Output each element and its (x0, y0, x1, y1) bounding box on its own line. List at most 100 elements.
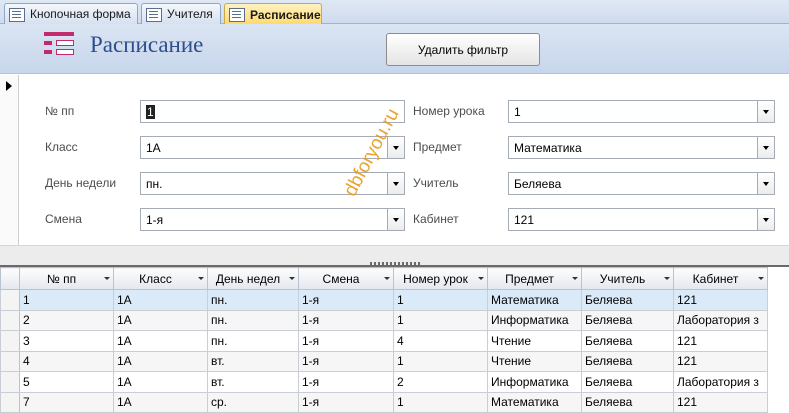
table-cell[interactable]: 1-я (298, 371, 394, 393)
column-header[interactable]: Предмет (487, 267, 582, 290)
table-cell[interactable]: Беляева (581, 391, 674, 413)
table-cell[interactable]: 1-я (298, 309, 394, 331)
table-cell[interactable]: 1А (113, 350, 208, 372)
row-selector[interactable] (0, 309, 20, 331)
table-cell[interactable]: Беляева (581, 289, 674, 311)
table-cell[interactable]: 121 (673, 289, 768, 311)
table-cell[interactable]: 1А (113, 391, 208, 413)
table-cell[interactable]: 1-я (298, 289, 394, 311)
form-icon (146, 7, 162, 22)
table-cell[interactable]: вт. (207, 371, 299, 393)
chevron-down-icon[interactable] (757, 209, 774, 230)
table-cell[interactable]: Беляева (581, 309, 674, 331)
current-record-arrow-icon (6, 81, 12, 91)
remove-filter-button[interactable]: Удалить фильтр (386, 33, 540, 66)
column-header[interactable]: День недел (207, 267, 299, 290)
column-header[interactable]: Кабинет (673, 267, 768, 290)
table-cell[interactable]: 1А (113, 309, 208, 331)
subject-combo[interactable]: Математика (508, 136, 775, 159)
chevron-down-icon[interactable] (757, 101, 774, 122)
table-cell[interactable]: 1 (393, 391, 488, 413)
table-cell[interactable]: 3 (19, 330, 114, 352)
row-selector[interactable] (0, 391, 20, 413)
room-label: Кабинет (413, 212, 459, 226)
table-cell[interactable]: 5 (19, 371, 114, 393)
table-cell[interactable]: Информатика (487, 309, 582, 331)
form-detail-section: № пп 1 Класс 1А День недели пн. Смена 1-… (19, 75, 789, 245)
table-cell[interactable]: пн. (207, 330, 299, 352)
table-cell[interactable]: 1-я (298, 350, 394, 372)
table-cell[interactable]: 7 (19, 391, 114, 413)
form-icon (9, 7, 25, 22)
lesson-label: Номер урока (413, 104, 485, 118)
table-cell[interactable]: 1 (19, 289, 114, 311)
teacher-combo[interactable]: Беляева (508, 172, 775, 195)
table-cell[interactable]: Математика (487, 391, 582, 413)
chevron-down-icon[interactable] (387, 209, 404, 230)
chevron-down-icon[interactable] (757, 173, 774, 194)
shift-combo[interactable]: 1-я (140, 208, 405, 231)
table-cell[interactable]: 1-я (298, 330, 394, 352)
table-cell[interactable]: 1 (393, 309, 488, 331)
table-cell[interactable]: пн. (207, 289, 299, 311)
table-cell[interactable]: Математика (487, 289, 582, 311)
table-cell[interactable]: ср. (207, 391, 299, 413)
table-cell[interactable]: 1 (393, 350, 488, 372)
table-cell[interactable]: 121 (673, 330, 768, 352)
row-selector[interactable] (0, 371, 20, 393)
table-cell[interactable]: 1А (113, 371, 208, 393)
table-cell[interactable]: 2 (393, 371, 488, 393)
row-selector[interactable] (0, 289, 20, 311)
select-all-corner[interactable] (0, 267, 20, 290)
num-field[interactable]: 1 (140, 100, 405, 123)
sort-arrow-icon (384, 277, 390, 280)
table-cell[interactable]: Лаборатория з (673, 309, 768, 331)
tab-switchboard[interactable]: Кнопочная форма (4, 3, 138, 24)
table-cell[interactable]: Беляева (581, 350, 674, 372)
table-cell[interactable]: 4 (393, 330, 488, 352)
schedule-table: № пп Класс День недел Смена Номер урок П… (0, 267, 768, 413)
table-row[interactable]: 5 1А вт. 1-я 2 Информатика Беляева Лабор… (0, 371, 768, 393)
column-header[interactable]: № пп (19, 267, 114, 290)
table-row[interactable]: 1 1А пн. 1-я 1 Математика Беляева 121 (0, 289, 768, 311)
table-cell[interactable]: 2 (19, 309, 114, 331)
tab-teachers[interactable]: Учителя (141, 3, 221, 24)
sort-arrow-icon (758, 277, 764, 280)
table-row[interactable]: 4 1А вт. 1-я 1 Чтение Беляева 121 (0, 350, 768, 372)
table-cell[interactable]: Беляева (581, 330, 674, 352)
lesson-combo[interactable]: 1 (508, 100, 775, 123)
tab-schedule[interactable]: Расписание (224, 3, 322, 25)
num-label: № пп (45, 104, 75, 118)
column-header[interactable]: Учитель (581, 267, 674, 290)
table-cell[interactable]: Чтение (487, 350, 582, 372)
page-title: Расписание (90, 32, 204, 57)
table-cell[interactable]: 4 (19, 350, 114, 372)
table-row[interactable]: 7 1А ср. 1-я 1 Математика Беляева 121 (0, 391, 768, 413)
split-form-splitter[interactable] (0, 245, 789, 266)
table-cell[interactable]: Лаборатория з (673, 371, 768, 393)
table-cell[interactable]: 1 (393, 289, 488, 311)
table-row[interactable]: 2 1А пн. 1-я 1 Информатика Беляева Лабор… (0, 309, 768, 331)
chevron-down-icon[interactable] (387, 173, 404, 194)
table-cell[interactable]: 1А (113, 330, 208, 352)
table-cell[interactable]: 121 (673, 391, 768, 413)
class-label: Класс (45, 140, 78, 154)
row-selector[interactable] (0, 330, 20, 352)
table-row[interactable]: 3 1А пн. 1-я 4 Чтение Беляева 121 (0, 330, 768, 352)
table-cell[interactable]: Информатика (487, 371, 582, 393)
form-logo-icon (44, 32, 74, 58)
column-header[interactable]: Класс (113, 267, 208, 290)
table-cell[interactable]: 1А (113, 289, 208, 311)
table-cell[interactable]: 121 (673, 350, 768, 372)
room-combo[interactable]: 121 (508, 208, 775, 231)
row-selector[interactable] (0, 350, 20, 372)
table-cell[interactable]: пн. (207, 309, 299, 331)
table-cell[interactable]: вт. (207, 350, 299, 372)
table-cell[interactable]: 1-я (298, 391, 394, 413)
chevron-down-icon[interactable] (757, 137, 774, 158)
column-header[interactable]: Смена (298, 267, 394, 290)
table-cell[interactable]: Чтение (487, 330, 582, 352)
column-header[interactable]: Номер урок (393, 267, 488, 290)
table-cell[interactable]: Беляева (581, 371, 674, 393)
record-selector[interactable] (0, 75, 19, 245)
